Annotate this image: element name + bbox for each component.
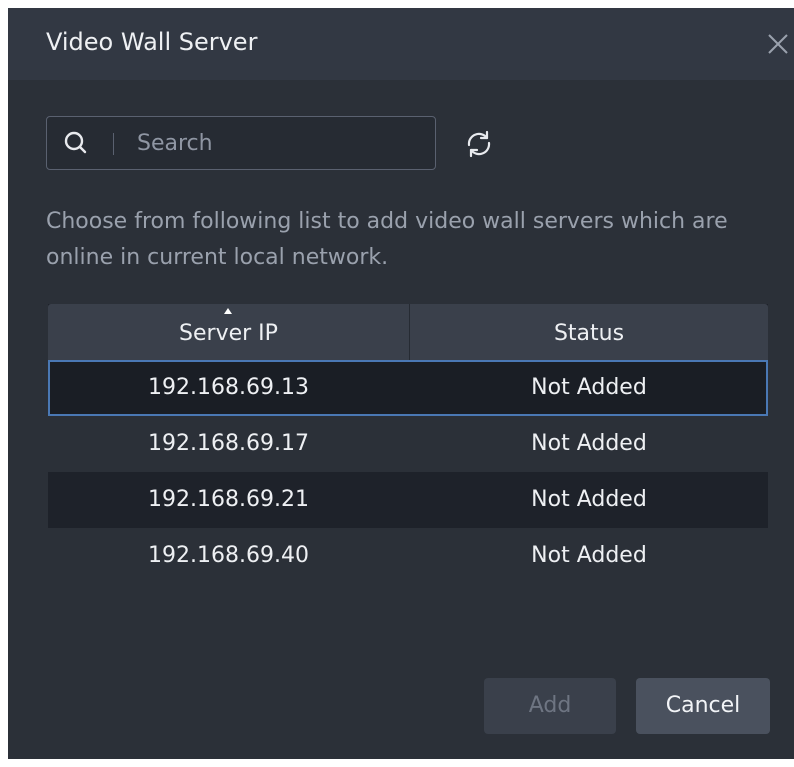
table-row[interactable]: 192.168.69.13 Not Added — [48, 360, 768, 416]
search-box[interactable] — [46, 116, 436, 170]
table-header: Server IP Status — [48, 304, 768, 360]
server-table: Server IP Status 192.168.69.13 Not Added… — [48, 304, 768, 636]
cancel-button[interactable]: Cancel — [636, 678, 770, 734]
table-row[interactable]: 192.168.69.40 Not Added — [48, 528, 768, 584]
search-input[interactable] — [137, 126, 417, 160]
column-header-status[interactable]: Status — [410, 304, 768, 360]
dialog-title: Video Wall Server — [46, 28, 258, 56]
description-text: Choose from following list to add video … — [46, 209, 728, 270]
status-cell: Not Added — [531, 487, 647, 512]
column-header-server-ip-label: Server IP — [179, 321, 278, 346]
add-button[interactable]: Add — [484, 678, 616, 734]
server-ip-cell: 192.168.69.13 — [148, 375, 309, 400]
column-header-server-ip[interactable]: Server IP — [48, 304, 409, 360]
dialog-titlebar: Video Wall Server — [8, 8, 794, 80]
refresh-icon[interactable] — [463, 128, 495, 160]
empty-table-row — [48, 584, 768, 636]
search-separator — [113, 133, 114, 155]
server-ip-cell: 192.168.69.17 — [148, 431, 309, 456]
search-icon — [64, 131, 87, 154]
server-ip-cell: 192.168.69.21 — [148, 487, 309, 512]
table-row[interactable]: 192.168.69.21 Not Added — [48, 472, 768, 528]
table-row[interactable]: 192.168.69.17 Not Added — [48, 416, 768, 472]
video-wall-server-dialog: Video Wall Server Choose from following … — [8, 8, 794, 759]
status-cell: Not Added — [531, 431, 647, 456]
close-icon[interactable] — [764, 30, 792, 58]
sort-ascending-icon — [224, 308, 232, 314]
server-ip-cell: 192.168.69.40 — [148, 543, 309, 568]
status-cell: Not Added — [531, 543, 647, 568]
status-cell: Not Added — [531, 375, 647, 400]
column-header-status-label: Status — [553, 321, 625, 346]
